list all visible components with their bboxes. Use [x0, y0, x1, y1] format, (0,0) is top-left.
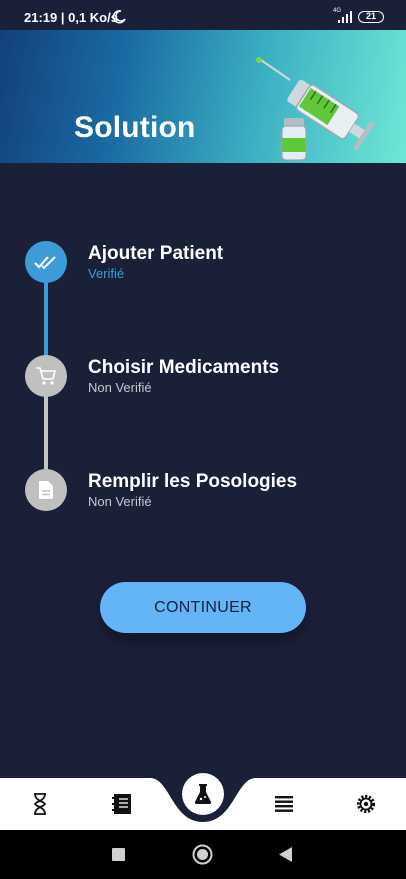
list-icon [275, 796, 293, 812]
step-2-indicator[interactable] [25, 355, 67, 397]
continue-button[interactable]: CONTINUER [100, 582, 306, 633]
step-2-status: Non Verifié [88, 380, 152, 395]
step-2-title[interactable]: Choisir Medicaments [88, 357, 279, 379]
step-connector-1 [44, 281, 48, 356]
nav-settings[interactable] [354, 792, 378, 816]
moon-icon [112, 10, 126, 24]
status-time: 21:19 | 0,1 Ko/s [24, 10, 118, 25]
step-1-title[interactable]: Ajouter Patient [88, 243, 223, 265]
step-1-status: Verifié [88, 266, 125, 281]
signal-icon [338, 11, 352, 23]
recents-icon[interactable] [112, 848, 125, 861]
page-title: Solution [74, 111, 196, 144]
nav-history[interactable] [28, 792, 52, 816]
header-banner: Solution [0, 30, 406, 163]
double-check-icon [34, 256, 56, 270]
nav-notebook[interactable] [110, 792, 134, 816]
document-icon [39, 481, 53, 499]
syringe-icon [256, 57, 375, 161]
home-icon[interactable] [192, 844, 213, 865]
flask-icon [194, 784, 212, 804]
nav-list[interactable] [272, 792, 296, 816]
battery-indicator: 21 [358, 11, 384, 23]
gear-icon [356, 794, 376, 814]
step-3-indicator[interactable] [25, 469, 67, 511]
step-1-indicator[interactable] [25, 241, 67, 283]
hourglass-icon [34, 793, 46, 815]
cart-icon [36, 367, 57, 385]
system-nav-bar [0, 830, 406, 879]
back-icon[interactable] [279, 847, 293, 862]
step-3-status: Non Verifié [88, 494, 152, 509]
nav-lab-fab[interactable] [182, 773, 224, 815]
notebook-icon [112, 794, 131, 814]
status-bar: 21:19 | 0,1 Ko/s 4G 21 [0, 0, 406, 30]
step-3-title[interactable]: Remplir les Posologies [88, 471, 297, 493]
step-connector-2 [44, 396, 48, 470]
